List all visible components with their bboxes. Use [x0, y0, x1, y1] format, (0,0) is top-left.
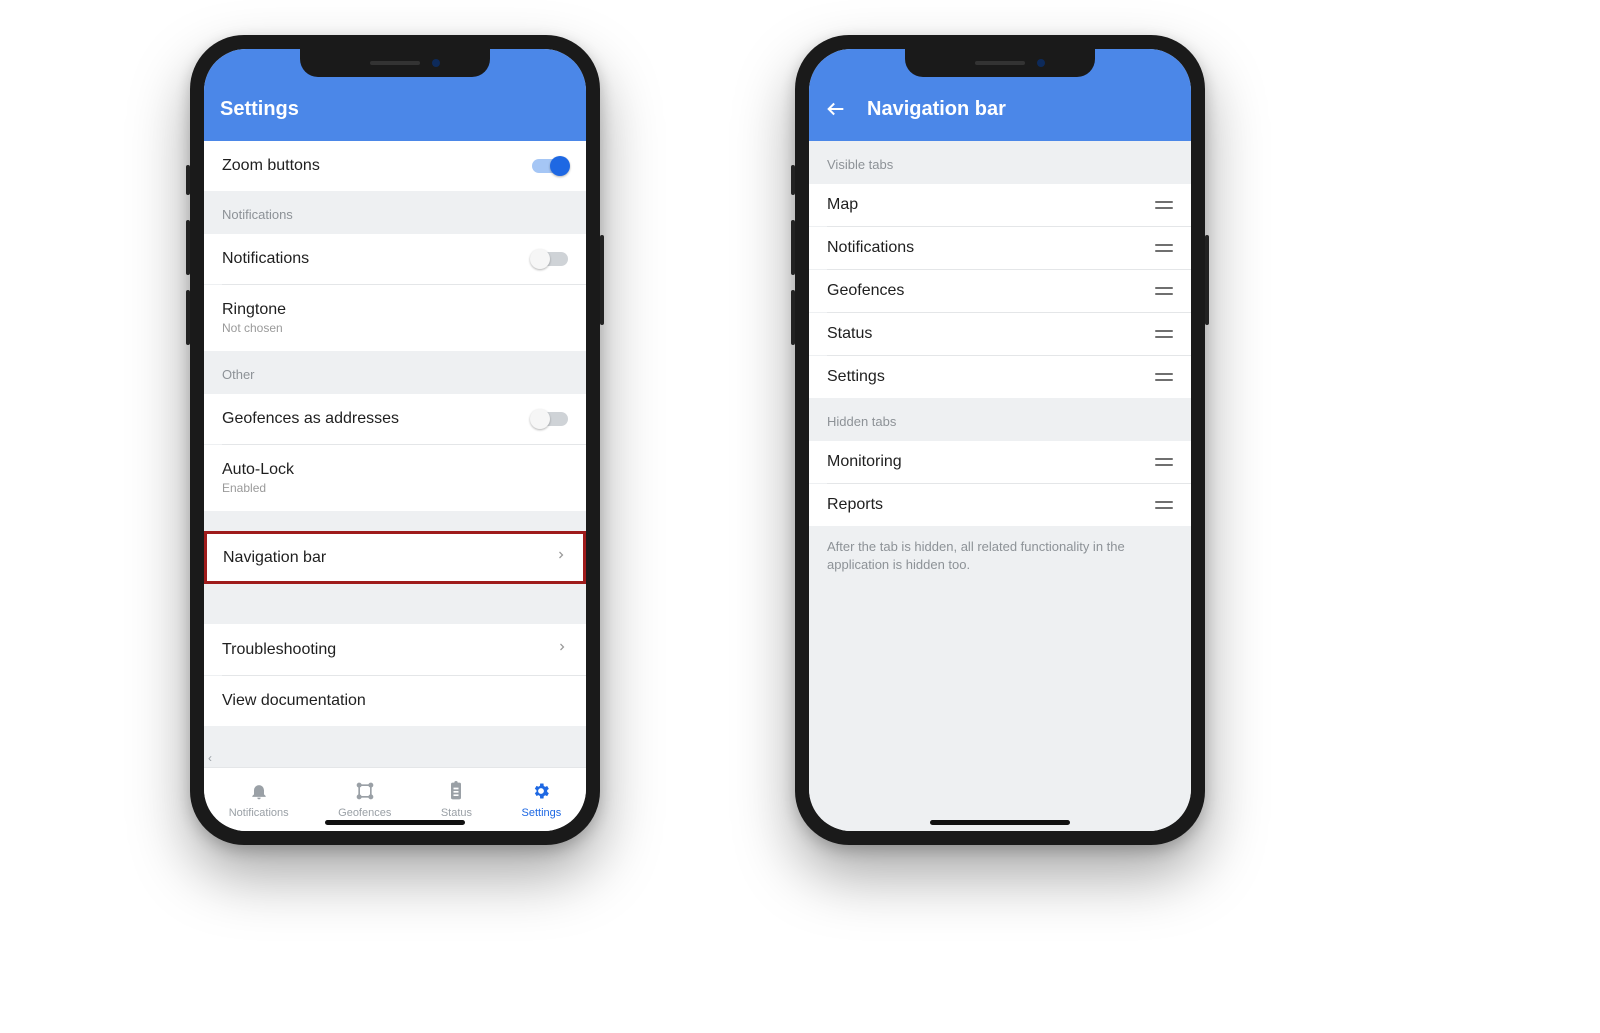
drag-handle-icon[interactable] — [1155, 244, 1173, 252]
navbar-label: Navigation bar — [223, 549, 326, 567]
tab-label: Geofences — [338, 807, 391, 819]
row-ringtone[interactable]: Ringtone Not chosen — [204, 285, 586, 351]
tab-status[interactable]: Status — [441, 781, 472, 819]
row-notifications[interactable]: Notifications — [204, 234, 586, 284]
drag-handle-icon[interactable] — [1155, 201, 1173, 209]
tab-label: Notifications — [229, 807, 289, 819]
home-indicator[interactable] — [325, 820, 465, 825]
item-label: Geofences — [827, 282, 904, 300]
polygon-icon — [355, 781, 375, 804]
back-button[interactable] — [825, 98, 847, 120]
geofences-addr-label: Geofences as addresses — [222, 410, 399, 428]
item-label: Map — [827, 196, 858, 214]
visible-item-status[interactable]: Status — [809, 313, 1191, 355]
item-label: Reports — [827, 496, 883, 514]
ringtone-value: Not chosen — [222, 321, 286, 335]
visible-item-map[interactable]: Map — [809, 184, 1191, 226]
arrow-left-icon — [825, 98, 847, 120]
autolock-value: Enabled — [222, 481, 294, 495]
drag-handle-icon[interactable] — [1155, 373, 1173, 381]
drag-handle-icon[interactable] — [1155, 501, 1173, 509]
docs-label: View documentation — [222, 692, 366, 710]
zoom-label: Zoom buttons — [222, 157, 320, 175]
page-title: Settings — [220, 98, 299, 121]
row-zoom-buttons[interactable]: Zoom buttons — [204, 141, 586, 191]
row-navigation-bar[interactable]: Navigation bar — [204, 531, 586, 584]
navbar-content: Visible tabs Map Notifications Geofences… — [809, 141, 1191, 831]
row-geofences-addresses[interactable]: Geofences as addresses — [204, 394, 586, 444]
visible-item-notifications[interactable]: Notifications — [809, 227, 1191, 269]
app-bar: Navigation bar — [809, 83, 1191, 141]
bell-icon — [249, 781, 269, 804]
tab-settings[interactable]: Settings — [522, 781, 562, 819]
zoom-toggle[interactable] — [532, 159, 568, 173]
screen-settings: Settings Zoom buttons Notifications Noti… — [204, 49, 586, 831]
drag-handle-icon[interactable] — [1155, 287, 1173, 295]
phone-frame-right: Navigation bar Visible tabs Map Notifica… — [795, 35, 1205, 845]
section-other: Other — [204, 351, 586, 394]
section-visible: Visible tabs — [809, 141, 1191, 184]
autolock-label: Auto-Lock — [222, 461, 294, 479]
notifications-toggle[interactable] — [532, 252, 568, 266]
item-label: Monitoring — [827, 453, 902, 471]
screen-navbar-editor: Navigation bar Visible tabs Map Notifica… — [809, 49, 1191, 831]
phone-frame-left: Settings Zoom buttons Notifications Noti… — [190, 35, 600, 845]
troubleshooting-label: Troubleshooting — [222, 641, 336, 659]
notch — [905, 49, 1095, 77]
drag-handle-icon[interactable] — [1155, 458, 1173, 466]
scroll-left-caret-icon[interactable]: ‹ — [208, 751, 212, 765]
tab-geofences[interactable]: Geofences — [338, 781, 391, 819]
tab-notifications[interactable]: Notifications — [229, 781, 289, 819]
home-indicator[interactable] — [930, 820, 1070, 825]
row-view-documentation[interactable]: View documentation — [204, 676, 586, 726]
geofences-addr-toggle[interactable] — [532, 412, 568, 426]
app-bar: Settings — [204, 83, 586, 141]
visible-item-geofences[interactable]: Geofences — [809, 270, 1191, 312]
row-troubleshooting[interactable]: Troubleshooting — [204, 624, 586, 675]
visible-item-settings[interactable]: Settings — [809, 356, 1191, 398]
tab-label: Settings — [522, 807, 562, 819]
chevron-right-icon — [555, 548, 567, 567]
section-notifications: Notifications — [204, 191, 586, 234]
item-label: Settings — [827, 368, 885, 386]
section-hidden: Hidden tabs — [809, 398, 1191, 441]
tab-label: Status — [441, 807, 472, 819]
notifications-label: Notifications — [222, 250, 309, 268]
row-autolock[interactable]: Auto-Lock Enabled — [204, 445, 586, 511]
hidden-tabs-hint: After the tab is hidden, all related fun… — [809, 526, 1191, 586]
settings-content: Zoom buttons Notifications Notifications… — [204, 141, 586, 767]
drag-handle-icon[interactable] — [1155, 330, 1173, 338]
page-title: Navigation bar — [867, 98, 1006, 121]
hidden-item-monitoring[interactable]: Monitoring — [809, 441, 1191, 483]
item-label: Notifications — [827, 239, 914, 257]
hidden-item-reports[interactable]: Reports — [809, 484, 1191, 526]
item-label: Status — [827, 325, 872, 343]
gear-icon — [531, 781, 551, 804]
chevron-right-icon — [556, 640, 568, 659]
notch — [300, 49, 490, 77]
clipboard-icon — [446, 781, 466, 804]
ringtone-label: Ringtone — [222, 301, 286, 319]
